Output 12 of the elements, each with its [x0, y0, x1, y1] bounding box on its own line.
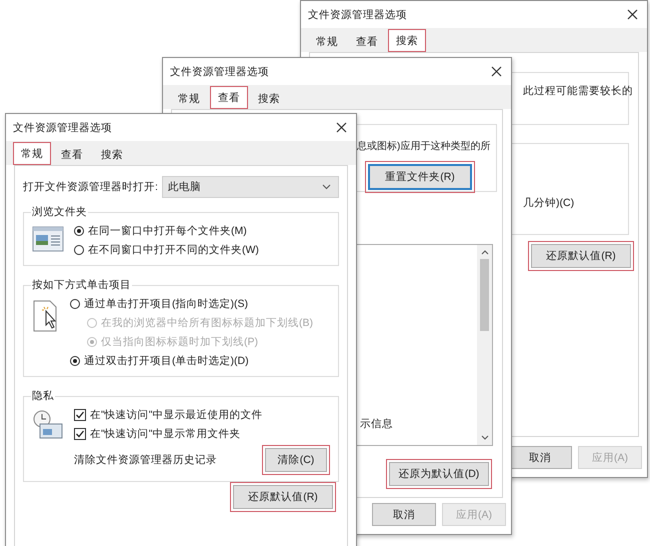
list-item-text: 示信息: [360, 417, 394, 431]
window-title: 文件资源管理器选项: [170, 64, 269, 78]
clear-history-label: 清除文件资源管理器历史记录: [74, 453, 217, 467]
group-title: 浏览文件夹: [31, 205, 88, 219]
window-title: 文件资源管理器选项: [13, 120, 112, 134]
group-title: 隐私: [31, 389, 55, 403]
description-text: 息或图标)应用于这种类型的所: [357, 140, 490, 153]
option-label: 几分钟)(C): [523, 197, 574, 209]
description-text: 此过程可能需要较长的: [523, 85, 633, 97]
window-title: 文件资源管理器选项: [308, 8, 407, 22]
field-label: 打开文件资源管理器时打开:: [23, 180, 158, 194]
group-title: 按如下方式单击项目: [31, 278, 132, 292]
